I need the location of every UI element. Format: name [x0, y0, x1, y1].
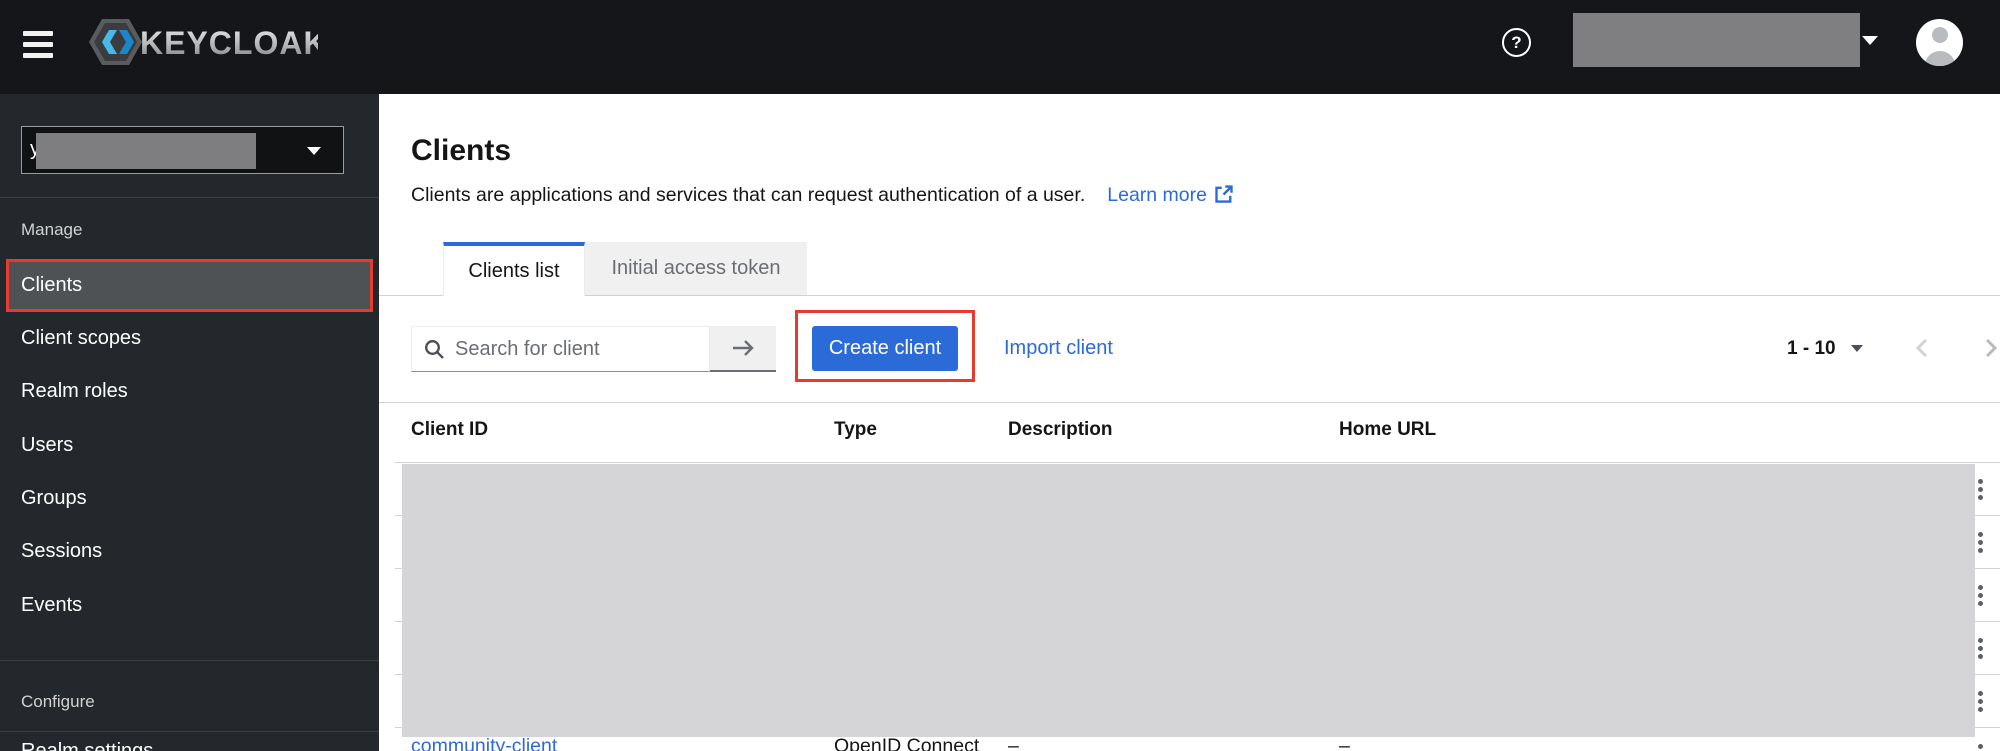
- logo-text: KEYCLOAK: [140, 25, 318, 61]
- table-redaction-overlay: [402, 464, 1975, 737]
- search-submit-button[interactable]: [710, 326, 776, 372]
- selected-item-annotation-box: Clients: [6, 259, 373, 312]
- tab-clients-list[interactable]: Clients list: [443, 242, 585, 296]
- user-menu-caret-icon[interactable]: [1862, 36, 1878, 45]
- sidebar-item-sessions[interactable]: Sessions: [0, 525, 379, 578]
- main-content: Clients Clients are applications and ser…: [379, 94, 2000, 751]
- create-client-button[interactable]: Create client: [812, 326, 958, 371]
- column-header-home-url: Home URL: [1339, 419, 1436, 441]
- help-icon[interactable]: ?: [1502, 28, 1531, 57]
- sidebar-item-label: Sessions: [21, 540, 102, 563]
- sidebar-divider: [0, 660, 379, 661]
- realm-selector-redaction-overlay: [36, 133, 256, 169]
- chevron-right-icon: [1984, 337, 1999, 359]
- sidebar-item-label: Events: [21, 594, 82, 617]
- chevron-left-icon: [1914, 337, 1929, 359]
- sidebar-item-label: Groups: [21, 487, 87, 510]
- nav-toggle-hamburger-icon[interactable]: [23, 31, 53, 58]
- sidebar-item-label: Realm roles: [21, 380, 128, 403]
- search-icon: [424, 339, 445, 360]
- client-description-cell: –: [1008, 735, 1019, 751]
- column-header-client-id: Client ID: [411, 419, 488, 441]
- toolbar-table-divider: [379, 402, 2000, 403]
- sidebar-item-users[interactable]: Users: [0, 419, 379, 472]
- learn-more-link[interactable]: Learn more: [1107, 184, 1234, 206]
- sidebar-item-realm-settings[interactable]: Realm settings: [0, 733, 379, 751]
- sidebar-nav: y Manage Clients Client scopes Realm rol…: [0, 94, 379, 751]
- client-home-url-cell: –: [1339, 735, 1350, 751]
- pagination-next-button[interactable]: [1977, 334, 2000, 362]
- import-client-link[interactable]: Import client: [1004, 337, 1113, 360]
- search-input[interactable]: [455, 338, 709, 361]
- sidebar-item-realm-roles[interactable]: Realm roles: [0, 365, 379, 418]
- avatar[interactable]: [1916, 19, 1963, 66]
- sidebar-item-label: Clients: [21, 274, 82, 297]
- avatar-torso-icon: [1924, 51, 1955, 66]
- masthead-redaction-overlay: [1573, 13, 1860, 67]
- sidebar-item-client-scopes[interactable]: Client scopes: [0, 312, 379, 365]
- caret-down-icon: [1851, 345, 1863, 352]
- sidebar-divider: [0, 731, 379, 732]
- nav-section-manage: Manage: [21, 220, 82, 240]
- avatar-head-icon: [1932, 27, 1948, 43]
- page-description: Clients are applications and services th…: [411, 184, 1085, 206]
- sidebar-item-clients[interactable]: Clients: [0, 259, 379, 312]
- realm-selector-dropdown[interactable]: y: [21, 126, 344, 174]
- column-header-type: Type: [834, 419, 877, 441]
- arrow-right-icon: [730, 338, 756, 358]
- tabs-bottom-border: [379, 295, 2000, 296]
- client-type-cell: OpenID Connect: [834, 735, 979, 751]
- sidebar-item-groups[interactable]: Groups: [0, 472, 379, 525]
- column-header-description: Description: [1008, 419, 1113, 441]
- sidebar-divider: [0, 197, 379, 198]
- sidebar-item-label: Realm settings: [21, 740, 153, 751]
- pagination-range-toggle[interactable]: 1 - 10: [1787, 338, 1863, 360]
- row-kebab-menu-button[interactable]: [1970, 742, 1990, 751]
- tab-initial-access-token[interactable]: Initial access token: [585, 242, 807, 295]
- search-box: [411, 326, 710, 372]
- sidebar-item-events[interactable]: Events: [0, 579, 379, 632]
- caret-down-icon: [307, 147, 321, 155]
- pagination-prev-button[interactable]: [1907, 334, 1935, 362]
- nav-section-configure: Configure: [21, 692, 95, 712]
- masthead: KEYCLOAK ?: [0, 0, 2000, 94]
- sidebar-item-label: Client scopes: [21, 327, 141, 350]
- page-title: Clients: [411, 134, 511, 168]
- keycloak-logo: KEYCLOAK: [88, 17, 318, 67]
- client-id-link[interactable]: community-client: [411, 735, 557, 751]
- sidebar-item-label: Users: [21, 434, 73, 457]
- external-link-icon: [1214, 184, 1234, 204]
